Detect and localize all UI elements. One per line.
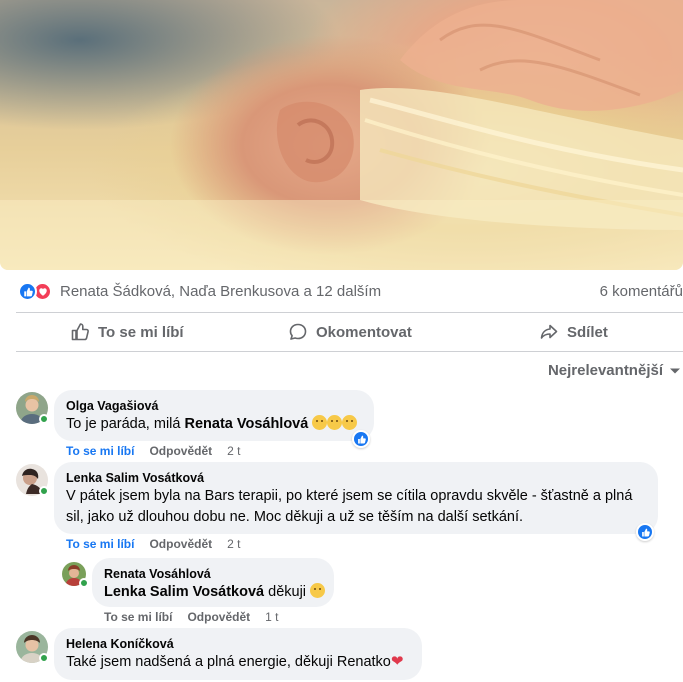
comment-author[interactable]: Renata Vosáhlová xyxy=(104,566,322,582)
comment-author[interactable]: Helena Koníčková xyxy=(66,636,410,652)
caret-down-icon xyxy=(670,368,680,373)
comment-text: Lenka Salim Vosátková děkuji xyxy=(104,582,326,603)
comment-bubble-icon xyxy=(289,323,307,340)
comments-sort-dropdown[interactable]: Nejrelevantnější xyxy=(548,362,681,379)
comment-bubble: Helena Koníčková Také jsem nadšená a pln… xyxy=(54,628,422,680)
comment-timestamp[interactable]: 2 t xyxy=(227,537,240,551)
comment-author[interactable]: Olga Vagašiová xyxy=(66,398,362,414)
comment-like-badge[interactable] xyxy=(636,523,654,541)
comment-button-label: Okomentovat xyxy=(316,323,412,341)
comment-reply-link[interactable]: Odpovědět xyxy=(149,537,212,551)
comment-text: V pátek jsem byla na Bars terapii, po kt… xyxy=(66,488,633,525)
mention-link[interactable]: Renata Vosáhlová xyxy=(184,416,308,432)
online-indicator xyxy=(39,653,49,663)
heart-icon: ❤ xyxy=(390,653,404,670)
online-indicator xyxy=(39,486,49,496)
comment-reply-link[interactable]: Odpovědět xyxy=(187,610,250,624)
share-button-label: Sdílet xyxy=(567,323,608,341)
comment-bubble: Lenka Salim Vosátková V pátek jsem byla … xyxy=(54,462,658,534)
sort-label: Nejrelevantnější xyxy=(547,362,663,379)
online-indicator xyxy=(39,414,49,424)
comment-author[interactable]: Lenka Salim Vosátková xyxy=(66,470,646,486)
comment-bubble: Olga Vagašiová To je paráda, milá Renata… xyxy=(54,390,374,441)
post-action-bar: To se mi líbí Okomentovat Sdílet xyxy=(16,313,683,351)
comment-like-link[interactable]: To se mi líbí xyxy=(104,610,172,624)
comment-like-badge[interactable] xyxy=(352,430,370,448)
comment-actions: To se mi líbí Odpovědět 1 t xyxy=(104,610,278,624)
like-button-label: To se mi líbí xyxy=(98,323,184,341)
reactions-names[interactable]: Renata Šádková, Naďa Brenkusova a 12 dal… xyxy=(60,283,381,300)
share-button[interactable]: Sdílet xyxy=(539,313,608,351)
comment-timestamp[interactable]: 2 t xyxy=(227,444,240,458)
comment-actions: To se mi líbí Odpovědět 2 t xyxy=(66,444,240,458)
comment-button[interactable]: Okomentovat xyxy=(288,313,412,351)
smiling-face-icon xyxy=(327,415,343,430)
post-photo[interactable] xyxy=(0,0,683,270)
photo-illustration xyxy=(0,0,683,270)
like-button[interactable]: To se mi líbí xyxy=(70,313,184,351)
like-icon xyxy=(18,282,37,301)
comment-reply-link[interactable]: Odpovědět xyxy=(149,444,212,458)
comment-text: To je paráda, milá Renata Vosáhlová xyxy=(66,414,362,435)
share-arrow-icon xyxy=(540,324,558,339)
online-indicator xyxy=(79,578,89,588)
smiling-face-icon xyxy=(310,583,326,598)
divider-bottom xyxy=(16,351,683,352)
comment-timestamp[interactable]: 1 t xyxy=(265,610,278,624)
comment-bubble: Renata Vosáhlová Lenka Salim Vosátková d… xyxy=(92,558,334,607)
comments-count[interactable]: 6 komentářů xyxy=(600,283,683,300)
comment-text: Také jsem nadšená a plná energie, děkuji… xyxy=(66,653,404,670)
mention-link[interactable]: Lenka Salim Vosátková xyxy=(104,584,264,600)
smiling-face-icon xyxy=(312,415,328,430)
comment-actions: To se mi líbí Odpovědět 2 t xyxy=(66,537,240,551)
reactions-summary[interactable]: Renata Šádková, Naďa Brenkusova a 12 dal… xyxy=(18,281,683,303)
reaction-icons xyxy=(18,282,58,302)
thumbs-up-icon xyxy=(71,323,89,341)
comment-like-link[interactable]: To se mi líbí xyxy=(66,537,134,551)
smiling-face-icon xyxy=(342,415,358,430)
comment-like-link[interactable]: To se mi líbí xyxy=(66,444,134,458)
